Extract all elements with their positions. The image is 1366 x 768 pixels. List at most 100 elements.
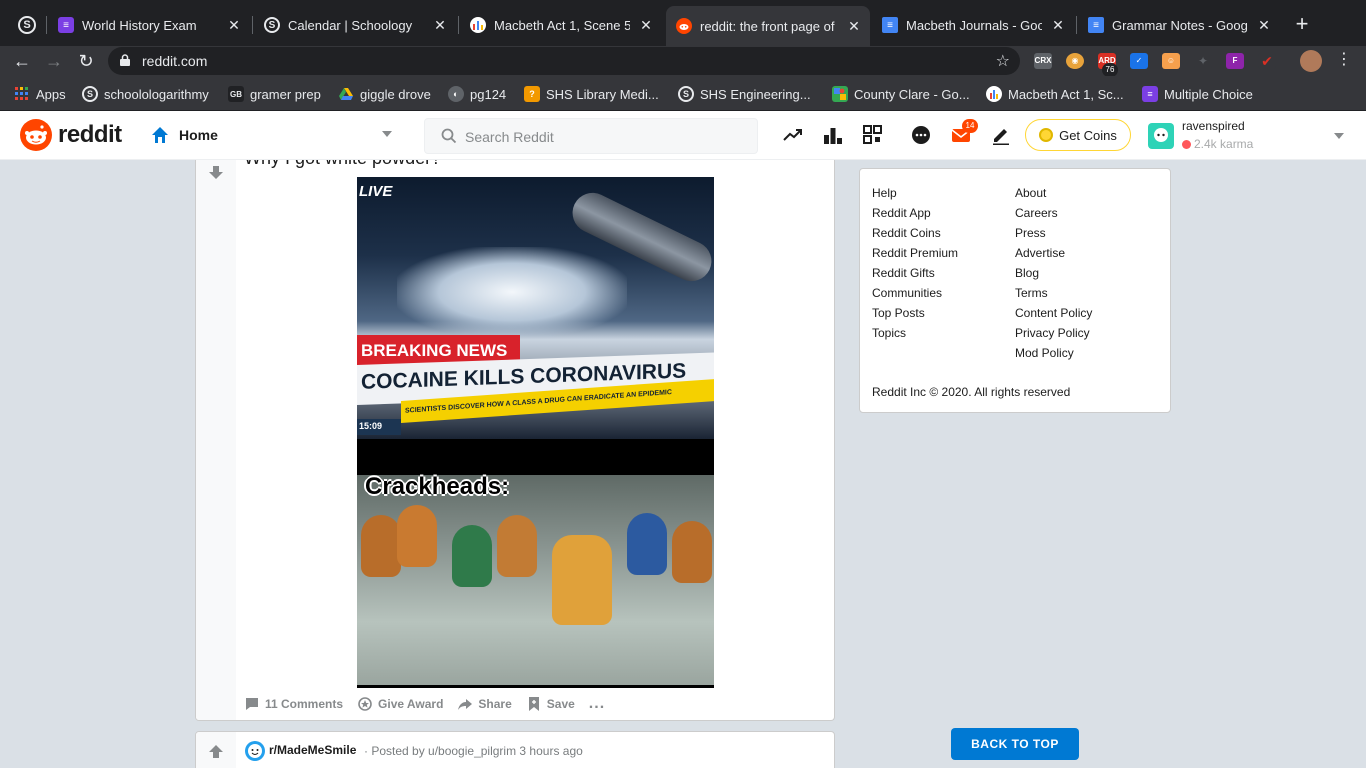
comments-button[interactable]: 11 Comments	[244, 696, 343, 712]
footer-link[interactable]: Content Policy	[1015, 303, 1092, 323]
tab-world-history-exam[interactable]: ≡ World History Exam ✕	[48, 8, 250, 42]
footer-link[interactable]: Terms	[1015, 283, 1092, 303]
save-label: Save	[546, 697, 575, 711]
menu-kebab-icon[interactable]: ⋮	[1336, 51, 1352, 69]
subreddit-avatar-icon[interactable]	[245, 741, 265, 761]
footer-link[interactable]: Reddit Gifts	[872, 263, 958, 283]
tab-macbeth-journals[interactable]: ≡ Macbeth Journals - Goog ✕	[872, 8, 1074, 42]
share-button[interactable]: Share	[457, 696, 512, 712]
reload-icon[interactable]: ↻	[74, 49, 98, 73]
post-image[interactable]: LIVE BREAKING NEWS COCAINE KILLS CORONAV…	[357, 177, 714, 688]
upvote-arrow-icon[interactable]	[208, 744, 224, 760]
tab-calendar-schoology[interactable]: S Calendar | Schoology ✕	[254, 8, 456, 42]
feed-selector-dropdown[interactable]: Home	[148, 119, 402, 151]
library-icon: ?	[524, 86, 540, 102]
more-options-icon[interactable]: ...	[589, 695, 605, 713]
tab-separator	[252, 16, 253, 34]
close-icon[interactable]: ✕	[1050, 17, 1066, 34]
subreddit-link[interactable]: r/MadeMeSmile	[269, 743, 356, 757]
check-extension-icon[interactable]: ✓	[1130, 53, 1148, 69]
bookmark-gramer-prep[interactable]: GB gramer prep	[228, 85, 321, 103]
footer-link[interactable]: Topics	[872, 323, 958, 343]
footer-link[interactable]: Press	[1015, 223, 1092, 243]
footer-link[interactable]: Reddit App	[872, 203, 958, 223]
footer-link[interactable]: Help	[872, 183, 958, 203]
footer-link[interactable]: Advertise	[1015, 243, 1092, 263]
bookmark-apps[interactable]: Apps	[14, 85, 66, 103]
profile-avatar-icon[interactable]	[1300, 50, 1322, 72]
give-award-button[interactable]: Give Award	[357, 696, 443, 712]
user-menu-dropdown[interactable]: ravenspired 2.4k karma	[1146, 117, 1346, 153]
communities-icon[interactable]	[862, 124, 884, 146]
tab-title: Grammar Notes - Google	[1112, 17, 1248, 33]
bookmark-macbeth-act-1[interactable]: Macbeth Act 1, Sc...	[986, 85, 1124, 103]
downvote-arrow-icon[interactable]	[208, 164, 224, 180]
reddit-logo-icon[interactable]	[20, 119, 52, 151]
username: ravenspired	[1182, 119, 1245, 133]
bookmark-label: SHS Engineering...	[700, 86, 811, 102]
back-arrow-icon[interactable]: ←	[10, 49, 34, 73]
face-extension-icon[interactable]: ☺	[1162, 53, 1180, 69]
meme-caption: Crackheads:	[365, 473, 510, 500]
bookmark-label: Multiple Choice	[1164, 86, 1253, 102]
close-icon[interactable]: ✕	[1256, 17, 1272, 34]
check-mark-extension-icon[interactable]: ✔	[1258, 53, 1276, 69]
dancing-characters-panel	[357, 475, 714, 685]
lock-icon	[120, 54, 130, 66]
footer-links-left: Help Reddit App Reddit Coins Reddit Prem…	[872, 183, 958, 343]
close-icon[interactable]: ✕	[846, 18, 862, 35]
vote-column	[196, 160, 236, 720]
address-bar[interactable]: reddit.com ☆	[108, 47, 1020, 75]
bookmarks-bar: Apps S schoolologarithmy GB gramer prep …	[0, 76, 1366, 111]
post-title[interactable]: Why I got white powder?	[244, 160, 441, 169]
reddit-wordmark[interactable]: reddit	[58, 121, 122, 149]
footer-link[interactable]: Mod Policy	[1015, 343, 1092, 363]
get-coins-button[interactable]: Get Coins	[1025, 119, 1131, 151]
footer-link[interactable]: About	[1015, 183, 1092, 203]
schoology-pinned-icon[interactable]: S	[18, 16, 36, 34]
footer-link[interactable]: Careers	[1015, 203, 1092, 223]
close-icon[interactable]: ✕	[226, 17, 242, 34]
bookmark-county-clare[interactable]: County Clare - Go...	[832, 85, 970, 103]
bookmark-shs-library[interactable]: ? SHS Library Medi...	[524, 85, 659, 103]
copyright-text: Reddit Inc © 2020. All rights reserved	[872, 385, 1071, 399]
footer-link[interactable]: Communities	[872, 283, 958, 303]
bookmark-multiple-choice[interactable]: ≡ Multiple Choice	[1142, 85, 1253, 103]
crx-extension-icon[interactable]: CRX	[1034, 53, 1052, 69]
search-bar[interactable]	[424, 118, 758, 154]
tab-macbeth-act-1-scene-5[interactable]: Macbeth Act 1, Scene 5 T ✕	[460, 8, 662, 42]
bookmark-pg124[interactable]: ◐ pg124	[448, 85, 506, 103]
footer-link[interactable]: Reddit Premium	[872, 243, 958, 263]
leaderboard-icon[interactable]	[822, 124, 844, 146]
forms-list-icon: ≡	[1142, 86, 1158, 102]
owl-extension-icon[interactable]: ◉	[1066, 53, 1084, 69]
footer-link[interactable]: Blog	[1015, 263, 1092, 283]
tab-reddit[interactable]: reddit: the front page of t ✕	[666, 6, 870, 46]
footer-link[interactable]: Privacy Policy	[1015, 323, 1092, 343]
google-drive-icon	[338, 86, 354, 102]
new-tab-plus-icon[interactable]: +	[1292, 12, 1312, 36]
footer-link[interactable]: Reddit Coins	[872, 223, 958, 243]
bookmark-giggle-drove[interactable]: giggle drove	[338, 85, 431, 103]
create-post-pencil-icon[interactable]	[990, 124, 1012, 146]
footer-link[interactable]: Top Posts	[872, 303, 958, 323]
post-card[interactable]: r/MadeMeSmile · Posted by u/boogie_pilgr…	[195, 731, 835, 768]
close-icon[interactable]: ✕	[432, 17, 448, 34]
tab-grammar-notes[interactable]: ≡ Grammar Notes - Google ✕	[1078, 8, 1280, 42]
forward-arrow-icon[interactable]: →	[42, 49, 66, 73]
chat-icon[interactable]	[910, 124, 932, 146]
bookmark-star-icon[interactable]: ☆	[996, 51, 1010, 71]
comments-label: 11 Comments	[265, 697, 344, 711]
bookmark-shs-engineering[interactable]: S SHS Engineering...	[678, 85, 811, 103]
puzzle-extension-icon[interactable]: ✦	[1194, 53, 1212, 69]
post-card[interactable]: Why I got white powder? LIVE BREAKING NE…	[195, 160, 835, 721]
dancing-figure	[397, 505, 437, 567]
search-input[interactable]	[465, 127, 745, 147]
bookmark-schoolologarithmy[interactable]: S schoolologarithmy	[82, 85, 209, 103]
dancing-figure	[627, 513, 667, 575]
close-icon[interactable]: ✕	[638, 17, 654, 34]
save-button[interactable]: Save	[526, 696, 575, 712]
color-extension-icon[interactable]: F	[1226, 53, 1244, 69]
back-to-top-button[interactable]: BACK TO TOP	[951, 728, 1079, 760]
trending-icon[interactable]	[782, 124, 804, 146]
